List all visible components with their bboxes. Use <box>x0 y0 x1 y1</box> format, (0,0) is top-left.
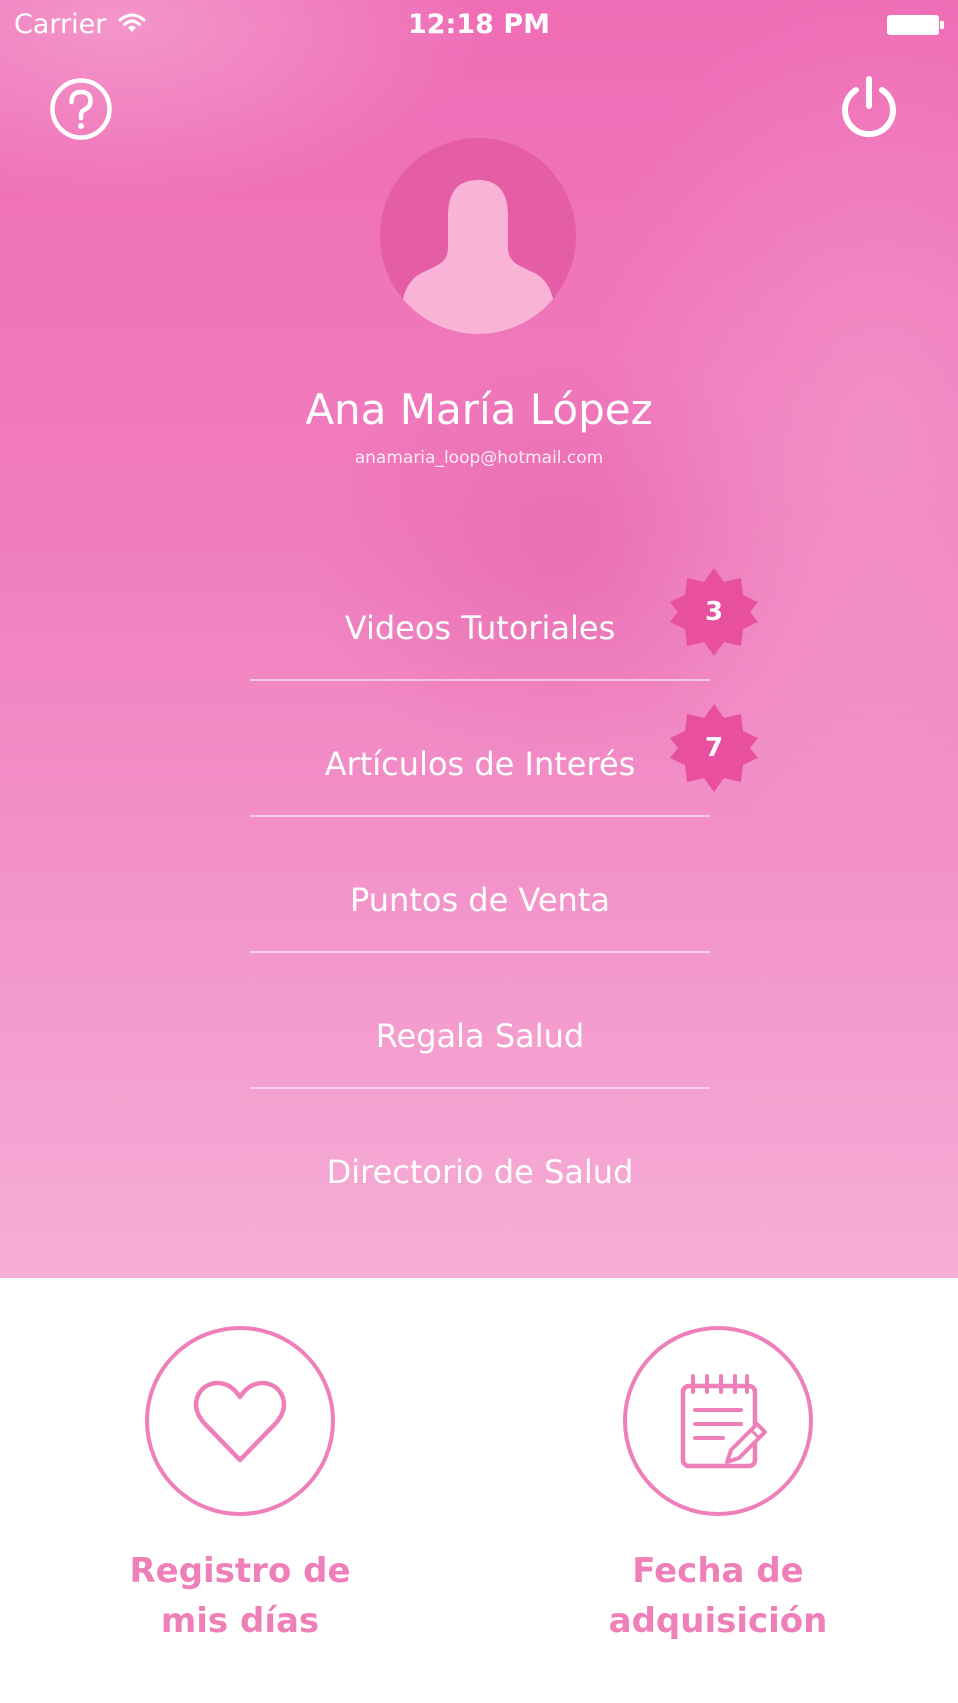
action-circle <box>623 1326 813 1516</box>
heart-icon <box>193 1380 287 1463</box>
fecha-de-adquisicion-button[interactable]: Fecha de adquisición <box>568 1326 868 1656</box>
profile-hero: Carrier 12:18 PM Ana María López anamari… <box>0 0 958 1278</box>
action-label-line2: mis días <box>160 1601 320 1641</box>
menu-item-label: Directorio de Salud <box>326 1153 634 1191</box>
action-label-line1: Registro de <box>129 1551 351 1591</box>
menu-divider <box>250 1087 710 1089</box>
badge-count: 7 <box>704 733 724 763</box>
menu-item-label: Regala Salud <box>375 1017 585 1055</box>
status-bar: Carrier 12:18 PM <box>0 0 958 50</box>
profile-name: Ana María López <box>305 385 653 434</box>
profile-email: anamaria_loop@hotmail.com <box>354 448 604 468</box>
menu-divider <box>250 815 710 817</box>
status-time: 12:18 PM <box>407 9 550 40</box>
user-silhouette-icon <box>401 180 555 334</box>
menu-item-label: Videos Tutoriales <box>344 609 616 647</box>
registro-de-mis-dias-button[interactable]: Registro de mis días <box>90 1326 390 1656</box>
badge-count: 3 <box>704 597 724 627</box>
action-label-line1: Fecha de <box>632 1551 804 1591</box>
videos-count-badge: 3 <box>668 566 760 658</box>
menu-item-label: Artículos de Interés <box>324 745 636 783</box>
avatar[interactable] <box>380 138 576 334</box>
menu-divider <box>250 679 710 681</box>
battery-icon <box>887 15 944 35</box>
action-label-line2: adquisición <box>608 1601 828 1641</box>
power-icon[interactable] <box>836 73 902 139</box>
action-circle <box>145 1326 335 1516</box>
menu-divider <box>250 951 710 953</box>
notepad-pencil-icon <box>680 1374 767 1469</box>
help-icon[interactable] <box>49 77 113 141</box>
menu-item-label: Puntos de Venta <box>350 881 610 919</box>
quick-actions: Registro de mis días Fecha de adquisició… <box>0 1278 958 1703</box>
articulos-count-badge: 7 <box>668 702 760 794</box>
menu-item-directorio-de-salud[interactable]: Directorio de Salud <box>250 1108 710 1244</box>
